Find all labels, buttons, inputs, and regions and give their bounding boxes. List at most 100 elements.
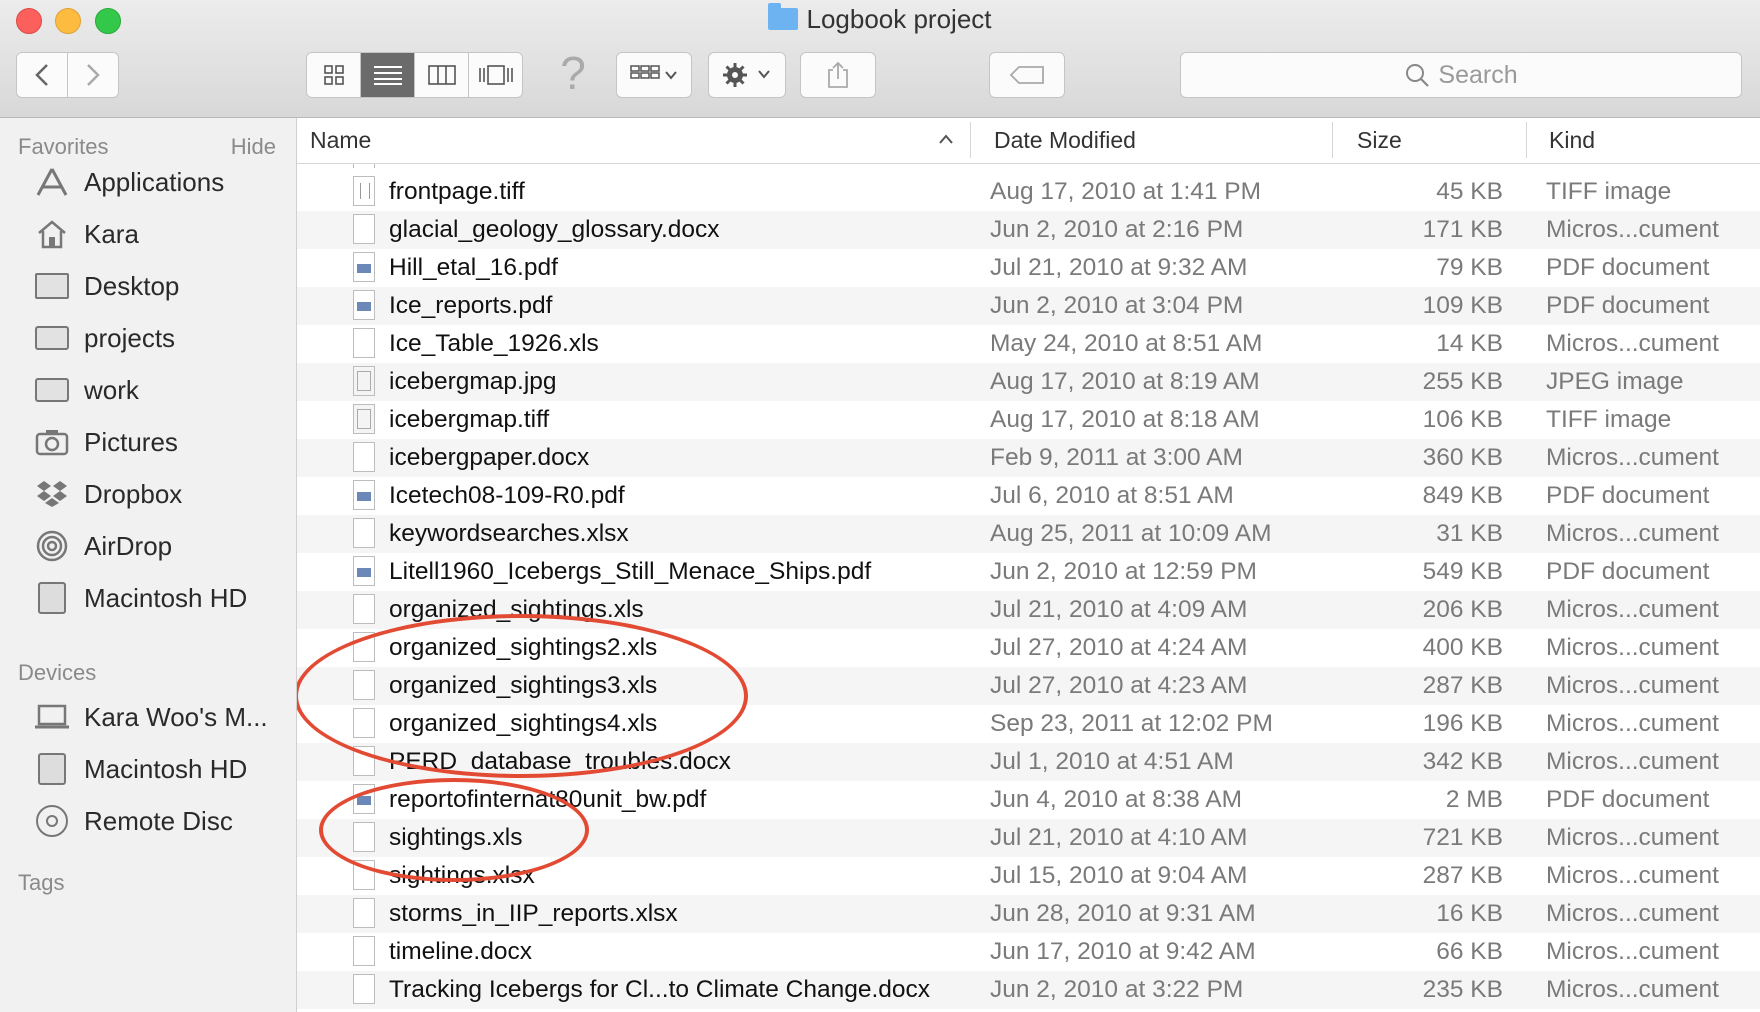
sidebar-item-remote-disc[interactable]: Remote Disc: [34, 798, 233, 844]
column-separator[interactable]: [970, 122, 971, 158]
document-icon: [353, 632, 375, 662]
file-size: 109 KB: [1422, 292, 1503, 319]
cover-flow-view-button[interactable]: [469, 53, 522, 97]
file-size: 342 KB: [1422, 748, 1503, 775]
file-size: 14 KB: [1436, 330, 1503, 357]
table-row[interactable]: icebergmap.tiff Aug 17, 2010 at 8:18 AM 10…: [297, 401, 1760, 439]
table-row[interactable]: sightings.xlsx Jul 15, 2010 at 9:04 AM 287…: [297, 857, 1760, 895]
help-icon[interactable]: ?: [556, 48, 590, 98]
table-row[interactable]: frontpage.tiff Aug 17, 2010 at 1:41 PM 45 …: [297, 173, 1760, 211]
search-field[interactable]: Search: [1180, 52, 1742, 98]
folder-icon: [34, 323, 70, 353]
table-row[interactable]: Tracking Icebergs for Cl...to Climate Ch…: [297, 971, 1760, 1009]
pdf-file-icon: [353, 784, 375, 814]
laptop-icon: [34, 702, 70, 732]
column-header-name[interactable]: Name: [310, 118, 910, 163]
file-kind: PDF document: [1546, 292, 1710, 319]
finder-window: Logbook project ? Search Favorites Hide …: [0, 0, 1760, 1012]
table-row[interactable]: Ice_reports.pdf Jun 2, 2010 at 3:04 PM 109…: [297, 287, 1760, 325]
sidebar-item-dropbox[interactable]: Dropbox: [34, 471, 182, 517]
sidebar: Favorites Hide Applications Kara Desktop…: [0, 118, 297, 1012]
favorites-heading: Favorites: [18, 134, 109, 159]
document-icon: [353, 746, 375, 776]
table-row[interactable]: organized_sightings3.xls Jul 27, 2010 at …: [297, 667, 1760, 705]
tags-button[interactable]: [989, 52, 1065, 98]
image-file-icon: [353, 366, 375, 396]
search-placeholder: Search: [1438, 60, 1518, 89]
image-file-icon: [353, 404, 375, 434]
table-row[interactable]: reportofinternat80unit_bw.pdf Jun 4, 2010…: [297, 781, 1760, 819]
table-row[interactable]: Icetech08-109-R0.pdf Jul 6, 2010 at 8:51 …: [297, 477, 1760, 515]
column-separator[interactable]: [1332, 122, 1333, 158]
file-size: 255 KB: [1422, 368, 1503, 395]
document-icon: [353, 214, 375, 244]
sidebar-item-desktop[interactable]: Desktop: [34, 263, 179, 309]
table-row[interactable]: PERD_database_troubles.docx Jul 1, 2010 a…: [297, 743, 1760, 781]
table-row[interactable]: icebergpaper.docx Feb 9, 2011 at 3:00 AM 3…: [297, 439, 1760, 477]
desktop-icon: [34, 271, 70, 301]
sidebar-item-applications[interactable]: Applications: [34, 159, 224, 205]
tags-heading: Tags: [18, 870, 65, 895]
gear-icon: [723, 63, 770, 87]
sidebar-item-kara-woos-mac[interactable]: Kara Woo's M...: [34, 694, 268, 740]
search-icon: [1406, 64, 1430, 87]
sidebar-item-macintosh-hd[interactable]: Macintosh HD: [34, 575, 247, 621]
table-row[interactable]: organized_sightings4.xls Sep 23, 2011 at …: [297, 705, 1760, 743]
file-kind: Micros...cument: [1546, 976, 1719, 1003]
table-row[interactable]: organized_sightings2.xls Jul 27, 2010 at …: [297, 629, 1760, 667]
sidebar-item-projects[interactable]: projects: [34, 315, 175, 361]
tag-icon: [1009, 66, 1044, 84]
toolbar: Logbook project ? Search: [0, 0, 1760, 118]
file-size: 549 KB: [1422, 558, 1503, 585]
document-icon: [353, 594, 375, 624]
sidebar-item-macintosh-hd-device[interactable]: Macintosh HD: [34, 746, 247, 792]
sidebar-item-kara[interactable]: Kara: [34, 211, 139, 257]
file-kind: PDF document: [1546, 558, 1710, 585]
file-kind: PDF document: [1546, 786, 1710, 813]
table-row[interactable]: sightings.xls Jul 21, 2010 at 4:10 AM 721 …: [297, 819, 1760, 857]
table-row[interactable]: Ice_Table_1926.xls May 24, 2010 at 8:51 A…: [297, 325, 1760, 363]
sort-ascending-icon[interactable]: [938, 133, 954, 145]
arrange-icon: [630, 65, 677, 80]
camera-icon: [34, 427, 70, 457]
table-row[interactable]: Hill_etal_16.pdf Jul 21, 2010 at 9:32 AM 7…: [297, 249, 1760, 287]
chevron-left-icon: [35, 64, 48, 86]
dropbox-icon: [34, 479, 70, 509]
file-kind: TIFF image: [1546, 178, 1672, 205]
file-size: 106 KB: [1422, 406, 1503, 433]
icon-view-button[interactable]: [307, 53, 361, 97]
file-size: 235 KB: [1422, 976, 1503, 1003]
action-button[interactable]: [708, 52, 786, 98]
file-kind: Micros...cument: [1546, 938, 1719, 965]
file-kind: Micros...cument: [1546, 748, 1719, 775]
chevron-right-icon: [87, 64, 100, 86]
column-header-size[interactable]: Size: [1357, 118, 1507, 163]
table-row[interactable]: storms_in_IIP_reports.xlsx Jun 28, 2010 a…: [297, 895, 1760, 933]
sidebar-item-pictures[interactable]: Pictures: [34, 419, 178, 465]
file-size: 287 KB: [1422, 862, 1503, 889]
table-row[interactable]: timeline.docx Jun 17, 2010 at 9:42 AM 66 K…: [297, 933, 1760, 971]
arrange-button[interactable]: [616, 52, 692, 98]
table-row[interactable]: Litell1960_Icebergs_Still_Menace_Ships.p…: [297, 553, 1760, 591]
column-separator[interactable]: [1526, 122, 1527, 158]
file-size: 287 KB: [1422, 672, 1503, 699]
disc-icon: [34, 805, 70, 837]
hide-favorites-button[interactable]: Hide: [231, 134, 276, 160]
sidebar-item-airdrop[interactable]: AirDrop: [34, 523, 172, 569]
column-view-button[interactable]: [415, 53, 469, 97]
table-row[interactable]: glacial_geology_glossary.docx Jun 2, 2010…: [297, 211, 1760, 249]
file-kind: Micros...cument: [1546, 672, 1719, 699]
table-row[interactable]: organized_sightings.xls Jul 21, 2010 at 4…: [297, 591, 1760, 629]
document-icon: [353, 442, 375, 472]
column-header-kind[interactable]: Kind: [1549, 118, 1749, 163]
table-row[interactable]: icebergmap.jpg Aug 17, 2010 at 8:19 AM 255…: [297, 363, 1760, 401]
table-row[interactable]: keywordsearches.xlsx Aug 25, 2011 at 10:0…: [297, 515, 1760, 553]
list-view-button[interactable]: [361, 53, 415, 97]
forward-button[interactable]: [68, 53, 118, 97]
file-size: 79 KB: [1436, 254, 1503, 281]
share-button[interactable]: [800, 52, 876, 98]
column-header-date-modified[interactable]: Date Modified: [994, 118, 1294, 163]
file-kind: Micros...cument: [1546, 520, 1719, 547]
sidebar-item-work[interactable]: work: [34, 367, 139, 413]
back-button[interactable]: [17, 53, 68, 97]
